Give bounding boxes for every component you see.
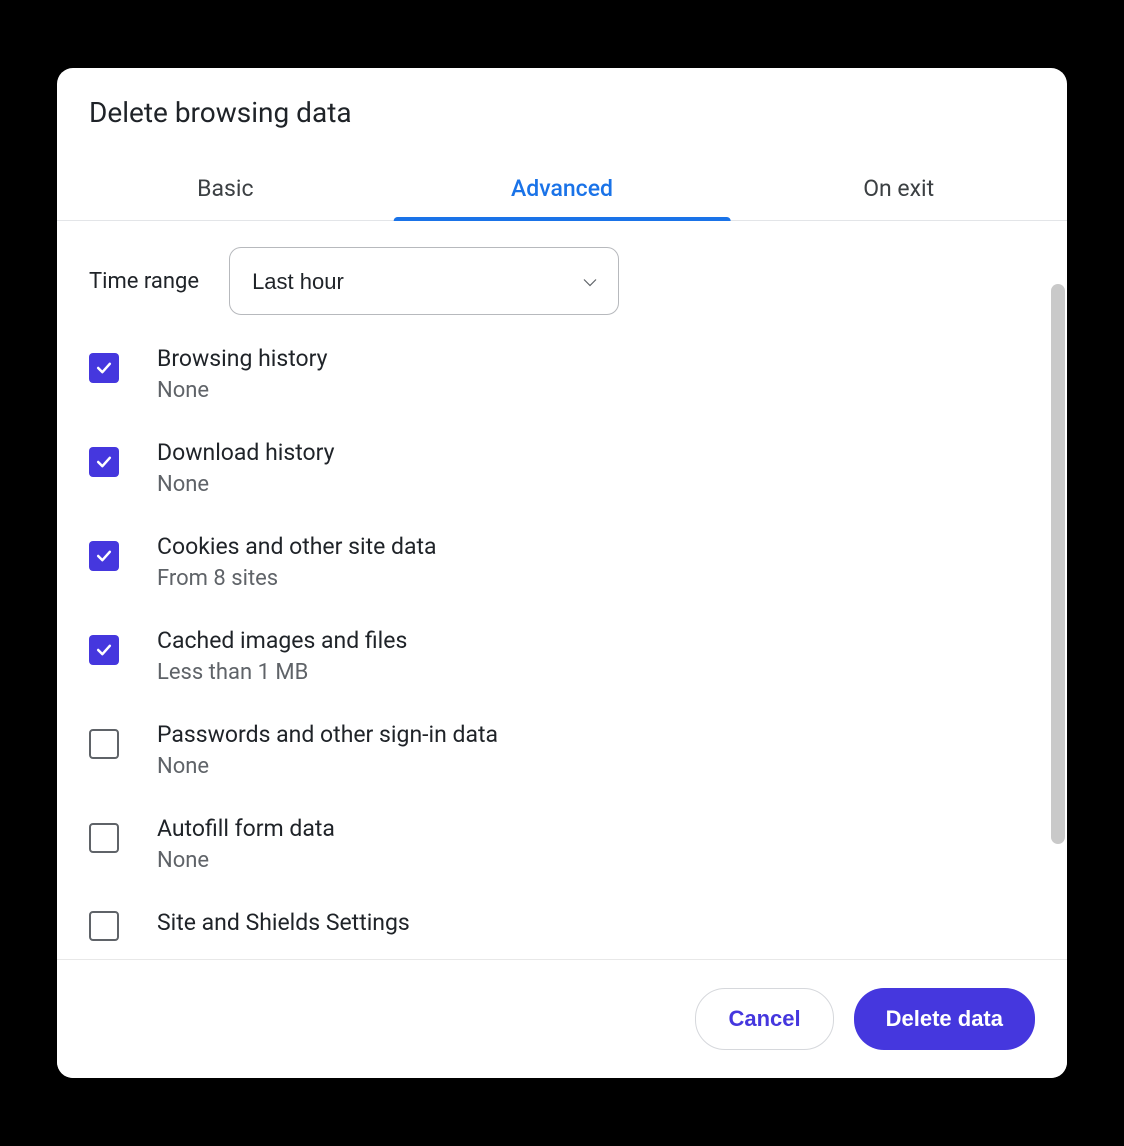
list-item: Site and Shields Settings xyxy=(89,909,1035,941)
item-text: Passwords and other sign-in data None xyxy=(157,721,498,779)
items-list: Browsing history None Download history N… xyxy=(89,345,1035,941)
list-item: Cookies and other site data From 8 sites xyxy=(89,533,1035,591)
checkbox-passwords[interactable] xyxy=(89,729,119,759)
tabs: Basic Advanced On exit xyxy=(57,157,1067,221)
item-label: Cached images and files xyxy=(157,627,407,654)
dialog-footer: Cancel Delete data xyxy=(57,959,1067,1078)
checkbox-site-shields[interactable] xyxy=(89,911,119,941)
tab-on-exit[interactable]: On exit xyxy=(730,157,1067,220)
item-sub: None xyxy=(157,848,335,873)
scrollbar[interactable] xyxy=(1051,284,1065,844)
item-sub: None xyxy=(157,472,335,497)
item-label: Download history xyxy=(157,439,335,466)
item-text: Browsing history None xyxy=(157,345,328,403)
item-text: Site and Shields Settings xyxy=(157,909,410,936)
item-text: Cookies and other site data From 8 sites xyxy=(157,533,437,591)
item-sub: None xyxy=(157,378,328,403)
item-label: Browsing history xyxy=(157,345,328,372)
time-range-select-wrap: Last hour xyxy=(229,247,619,315)
checkmark-icon xyxy=(94,640,114,660)
item-label: Site and Shields Settings xyxy=(157,909,410,936)
time-range-label: Time range xyxy=(89,269,199,294)
delete-data-button[interactable]: Delete data xyxy=(854,988,1035,1050)
dialog-title: Delete browsing data xyxy=(57,68,1067,129)
checkbox-download-history[interactable] xyxy=(89,447,119,477)
list-item: Cached images and files Less than 1 MB xyxy=(89,627,1035,685)
item-text: Download history None xyxy=(157,439,335,497)
item-text: Cached images and files Less than 1 MB xyxy=(157,627,407,685)
list-item: Passwords and other sign-in data None xyxy=(89,721,1035,779)
dialog-content: Time range Last hour Browsing history No… xyxy=(57,221,1067,959)
item-sub: From 8 sites xyxy=(157,566,437,591)
tab-advanced[interactable]: Advanced xyxy=(394,157,731,220)
item-sub: Less than 1 MB xyxy=(157,660,407,685)
item-text: Autofill form data None xyxy=(157,815,335,873)
delete-browsing-data-dialog: Delete browsing data Basic Advanced On e… xyxy=(57,68,1067,1078)
checkmark-icon xyxy=(94,546,114,566)
checkbox-autofill[interactable] xyxy=(89,823,119,853)
tab-basic[interactable]: Basic xyxy=(57,157,394,220)
item-label: Cookies and other site data xyxy=(157,533,437,560)
item-label: Passwords and other sign-in data xyxy=(157,721,498,748)
checkmark-icon xyxy=(94,358,114,378)
time-range-row: Time range Last hour xyxy=(89,247,1035,315)
list-item: Browsing history None xyxy=(89,345,1035,403)
item-label: Autofill form data xyxy=(157,815,335,842)
checkbox-browsing-history[interactable] xyxy=(89,353,119,383)
time-range-select[interactable]: Last hour xyxy=(229,247,619,315)
list-item: Download history None xyxy=(89,439,1035,497)
checkbox-cached-images[interactable] xyxy=(89,635,119,665)
list-item: Autofill form data None xyxy=(89,815,1035,873)
cancel-button[interactable]: Cancel xyxy=(695,988,833,1050)
item-sub: None xyxy=(157,754,498,779)
checkmark-icon xyxy=(94,452,114,472)
checkbox-cookies[interactable] xyxy=(89,541,119,571)
